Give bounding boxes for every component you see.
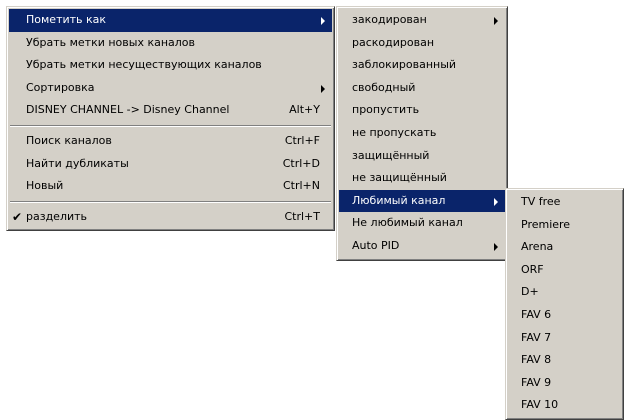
- menu-item-label: FAV 7: [521, 330, 552, 344]
- submenu-arrow-icon: [494, 197, 498, 206]
- checkmark-icon: ✔: [11, 209, 23, 224]
- menu-item-label: заблокированный: [352, 58, 457, 72]
- menu-item-label: не защищённый: [352, 171, 447, 185]
- favorite-item-premiere[interactable]: Premiere: [508, 214, 621, 237]
- menu-item-search-channels[interactable]: Поиск каналов Ctrl+F: [9, 130, 332, 153]
- favorite-item-fav-10[interactable]: FAV 10: [508, 394, 621, 417]
- menu-item-label: FAV 9: [521, 375, 552, 389]
- submenu-item-locked[interactable]: заблокированный: [339, 54, 505, 77]
- favorite-item-fav-9[interactable]: FAV 9: [508, 372, 621, 395]
- submenu-item-protected[interactable]: защищённый: [339, 145, 505, 168]
- submenu-item-auto-pid[interactable]: Auto PID: [339, 235, 505, 258]
- submenu-item-encoded[interactable]: закодирован: [339, 9, 505, 32]
- menu-item-label: FAV 8: [521, 353, 552, 367]
- menu-separator: [9, 122, 332, 130]
- menu-item-label: TV free: [521, 195, 561, 208]
- menu-item-label: Убрать метки новых каналов: [26, 35, 196, 49]
- menu-item-shortcut: Alt+Y: [289, 103, 320, 117]
- favorite-item-fav-7[interactable]: FAV 7: [508, 327, 621, 350]
- menu-item-label: закодирован: [352, 13, 427, 26]
- menu-item-label: Новый: [26, 179, 64, 193]
- menu-item-label: FAV 6: [521, 307, 552, 321]
- menu-item-label: DISNEY CHANNEL -> Disney Channel: [26, 103, 230, 117]
- submenu-item-decoded[interactable]: раскодирован: [339, 32, 505, 55]
- menu-item-find-duplicates[interactable]: Найти дубликаты Ctrl+D: [9, 153, 332, 176]
- favorite-item-fav-8[interactable]: FAV 8: [508, 349, 621, 372]
- menu-item-shortcut: Ctrl+N: [282, 179, 320, 193]
- submenu-arrow-icon: [494, 242, 498, 251]
- favorite-item-arena[interactable]: Arena: [508, 236, 621, 259]
- menu-item-shortcut: Ctrl+D: [282, 156, 320, 170]
- menu-item-label: Auto PID: [352, 238, 400, 252]
- mark-as-submenu: закодирован раскодирован заблокированный…: [336, 6, 508, 261]
- menu-item-rename-disney[interactable]: DISNEY CHANNEL -> Disney Channel Alt+Y: [9, 99, 332, 122]
- menu-item-label: разделить: [26, 209, 88, 223]
- menu-separator: [9, 198, 332, 206]
- menu-item-label: Arena: [521, 240, 554, 254]
- menu-item-label: пропустить: [352, 103, 420, 117]
- menu-item-label: Убрать метки несуществующих каналов: [26, 58, 262, 72]
- favorite-submenu: TV free Premiere Arena ORF D+ FAV 6 FAV …: [505, 188, 624, 420]
- menu-item-clear-missing-marks[interactable]: Убрать метки несуществующих каналов: [9, 54, 332, 77]
- submenu-item-unprotected[interactable]: не защищённый: [339, 167, 505, 190]
- favorite-item-orf[interactable]: ORF: [508, 259, 621, 282]
- menu-item-label: Пометить как: [26, 13, 107, 26]
- menu-item-label: свободный: [352, 80, 416, 94]
- submenu-arrow-icon: [494, 17, 498, 25]
- submenu-item-skip[interactable]: пропустить: [339, 99, 505, 122]
- menu-item-shortcut: Ctrl+T: [284, 209, 320, 223]
- menu-item-label: не пропускать: [352, 125, 437, 139]
- menu-item-label: Premiere: [521, 217, 571, 231]
- menu-item-label: D+: [521, 285, 539, 299]
- submenu-arrow-icon: [321, 84, 325, 93]
- menu-item-clear-new-marks[interactable]: Убрать метки новых каналов: [9, 32, 332, 55]
- menu-item-label: Поиск каналов: [26, 133, 112, 147]
- menu-item-label: Сортировка: [26, 80, 95, 94]
- menu-item-shortcut: Ctrl+F: [284, 133, 320, 147]
- submenu-item-free[interactable]: свободный: [339, 77, 505, 100]
- menu-item-new[interactable]: Новый Ctrl+N: [9, 175, 332, 198]
- menu-item-label: защищённый: [352, 148, 430, 162]
- menu-item-label: Найти дубликаты: [26, 156, 129, 170]
- submenu-item-not-favorite[interactable]: Не любимый канал: [339, 212, 505, 235]
- context-menu: Пометить как Убрать метки новых каналов …: [6, 6, 335, 232]
- favorite-item-d-plus[interactable]: D+: [508, 281, 621, 304]
- menu-item-label: раскодирован: [352, 35, 435, 49]
- submenu-item-favorite[interactable]: Любимый канал: [339, 189, 505, 213]
- menu-item-mark-as[interactable]: Пометить как: [9, 9, 332, 32]
- submenu-arrow-icon: [321, 17, 325, 25]
- submenu-item-no-skip[interactable]: не пропускать: [339, 122, 505, 145]
- menu-item-sort[interactable]: Сортировка: [9, 77, 332, 100]
- menu-item-label: FAV 10: [521, 398, 559, 412]
- menu-item-split[interactable]: ✔ разделить Ctrl+T: [9, 206, 332, 229]
- favorite-item-fav-6[interactable]: FAV 6: [508, 304, 621, 327]
- menu-item-label: ORF: [521, 262, 544, 276]
- menu-item-label: Любимый канал: [352, 193, 446, 207]
- favorite-item-tv-free[interactable]: TV free: [508, 191, 621, 214]
- menu-item-label: Не любимый канал: [352, 216, 463, 230]
